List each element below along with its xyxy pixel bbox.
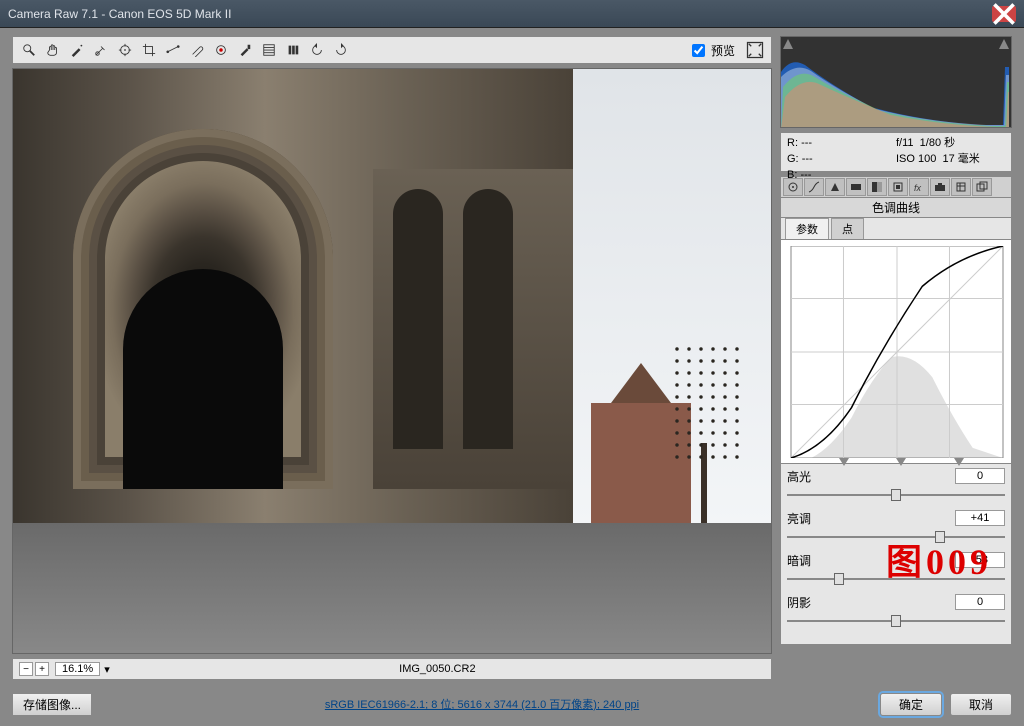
white-balance-tool[interactable] <box>67 40 87 60</box>
image-preview[interactable] <box>12 68 772 654</box>
exif-readout: f/11 1/80 秒 ISO 100 17 毫米 <box>896 135 1005 169</box>
svg-text:fx: fx <box>914 183 922 193</box>
preview-checkbox-input[interactable] <box>692 44 705 57</box>
panel-title: 色调曲线 <box>780 198 1012 218</box>
lights-value[interactable] <box>955 510 1005 526</box>
preview-image-content <box>13 69 771 653</box>
panel-tab-splittone[interactable] <box>867 178 887 196</box>
panel-tab-presets[interactable] <box>951 178 971 196</box>
panel-tab-detail[interactable] <box>825 178 845 196</box>
rotate-right-tool[interactable] <box>331 40 351 60</box>
redeye-tool[interactable] <box>211 40 231 60</box>
shadows-label: 阴影 <box>787 594 823 611</box>
targeted-adjustment-tool[interactable] <box>115 40 135 60</box>
workflow-options-link[interactable]: sRGB IEC61966-2.1; 8 位; 5616 x 3744 (21.… <box>92 696 872 712</box>
sub-tab-parametric[interactable]: 参数 <box>785 218 829 239</box>
zoom-in-button[interactable]: + <box>35 662 49 676</box>
shadow-clip-icon[interactable] <box>783 39 793 49</box>
left-pane: 预览 − + 16.1% ▾ IMG_0050.CR2 <box>12 36 772 680</box>
rotate-left-tool[interactable] <box>307 40 327 60</box>
bottom-bar: 存储图像... sRGB IEC61966-2.1; 8 位; 5616 x 3… <box>12 690 1012 718</box>
fullscreen-button[interactable] <box>745 40 765 60</box>
panel-tab-tonecurve[interactable] <box>804 178 824 196</box>
window-titlebar: Camera Raw 7.1 - Canon EOS 5D Mark II <box>0 0 1024 28</box>
straighten-tool[interactable] <box>163 40 183 60</box>
curve-sub-tabs: 参数 点 <box>780 218 1012 240</box>
watermark-label: 图009 <box>886 533 992 585</box>
curve-region-handle-mid[interactable] <box>896 457 906 465</box>
histogram[interactable] <box>780 36 1012 128</box>
zoom-tool[interactable] <box>19 40 39 60</box>
shadows-value[interactable] <box>955 594 1005 610</box>
graduated-filter-tool[interactable] <box>259 40 279 60</box>
crop-tool[interactable] <box>139 40 159 60</box>
shadows-slider[interactable] <box>787 614 1005 628</box>
curve-region-handle-shadows[interactable] <box>839 457 849 465</box>
preview-label: 预览 <box>711 42 735 59</box>
top-toolbar: 预览 <box>12 36 772 64</box>
rgb-readout: R: --- G: --- B: --- <box>787 135 896 169</box>
adjustment-brush-tool[interactable] <box>235 40 255 60</box>
metadata-readout: R: --- G: --- B: --- f/11 1/80 秒 ISO 100… <box>780 132 1012 172</box>
curve-region-handle-highlights[interactable] <box>954 457 964 465</box>
cancel-button[interactable]: 取消 <box>950 693 1012 716</box>
right-pane: R: --- G: --- B: --- f/11 1/80 秒 ISO 100… <box>780 36 1012 645</box>
panel-tab-lens[interactable] <box>888 178 908 196</box>
preferences-tool[interactable] <box>283 40 303 60</box>
darks-label: 暗调 <box>787 552 823 569</box>
panel-tab-snapshots[interactable] <box>972 178 992 196</box>
preview-checkbox[interactable]: 预览 <box>692 42 735 59</box>
sub-tab-point[interactable]: 点 <box>831 218 864 239</box>
highlights-label: 高光 <box>787 468 823 485</box>
panel-tab-camera[interactable] <box>930 178 950 196</box>
hand-tool[interactable] <box>43 40 63 60</box>
workarea: 预览 − + 16.1% ▾ IMG_0050.CR2 <box>0 28 1024 726</box>
panel-tab-strip: fx <box>780 176 1012 198</box>
lights-label: 亮调 <box>787 510 823 527</box>
filename-label: IMG_0050.CR2 <box>110 663 765 675</box>
save-image-button[interactable]: 存储图像... <box>12 693 92 716</box>
highlights-slider[interactable] <box>787 488 1005 502</box>
window-close-button[interactable] <box>992 6 1016 22</box>
ok-button[interactable]: 确定 <box>880 693 942 716</box>
window-title: Camera Raw 7.1 - Canon EOS 5D Mark II <box>8 7 231 21</box>
zoom-value[interactable]: 16.1% <box>55 662 100 676</box>
zoom-out-button[interactable]: − <box>19 662 33 676</box>
tone-curve-chart[interactable] <box>780 240 1012 464</box>
zoom-bar: − + 16.1% ▾ IMG_0050.CR2 <box>12 658 772 680</box>
highlight-clip-icon[interactable] <box>999 39 1009 49</box>
highlights-value[interactable] <box>955 468 1005 484</box>
panel-tab-basic[interactable] <box>783 178 803 196</box>
spot-removal-tool[interactable] <box>187 40 207 60</box>
panel-tab-hsl[interactable] <box>846 178 866 196</box>
panel-tab-fx[interactable]: fx <box>909 178 929 196</box>
color-sampler-tool[interactable] <box>91 40 111 60</box>
